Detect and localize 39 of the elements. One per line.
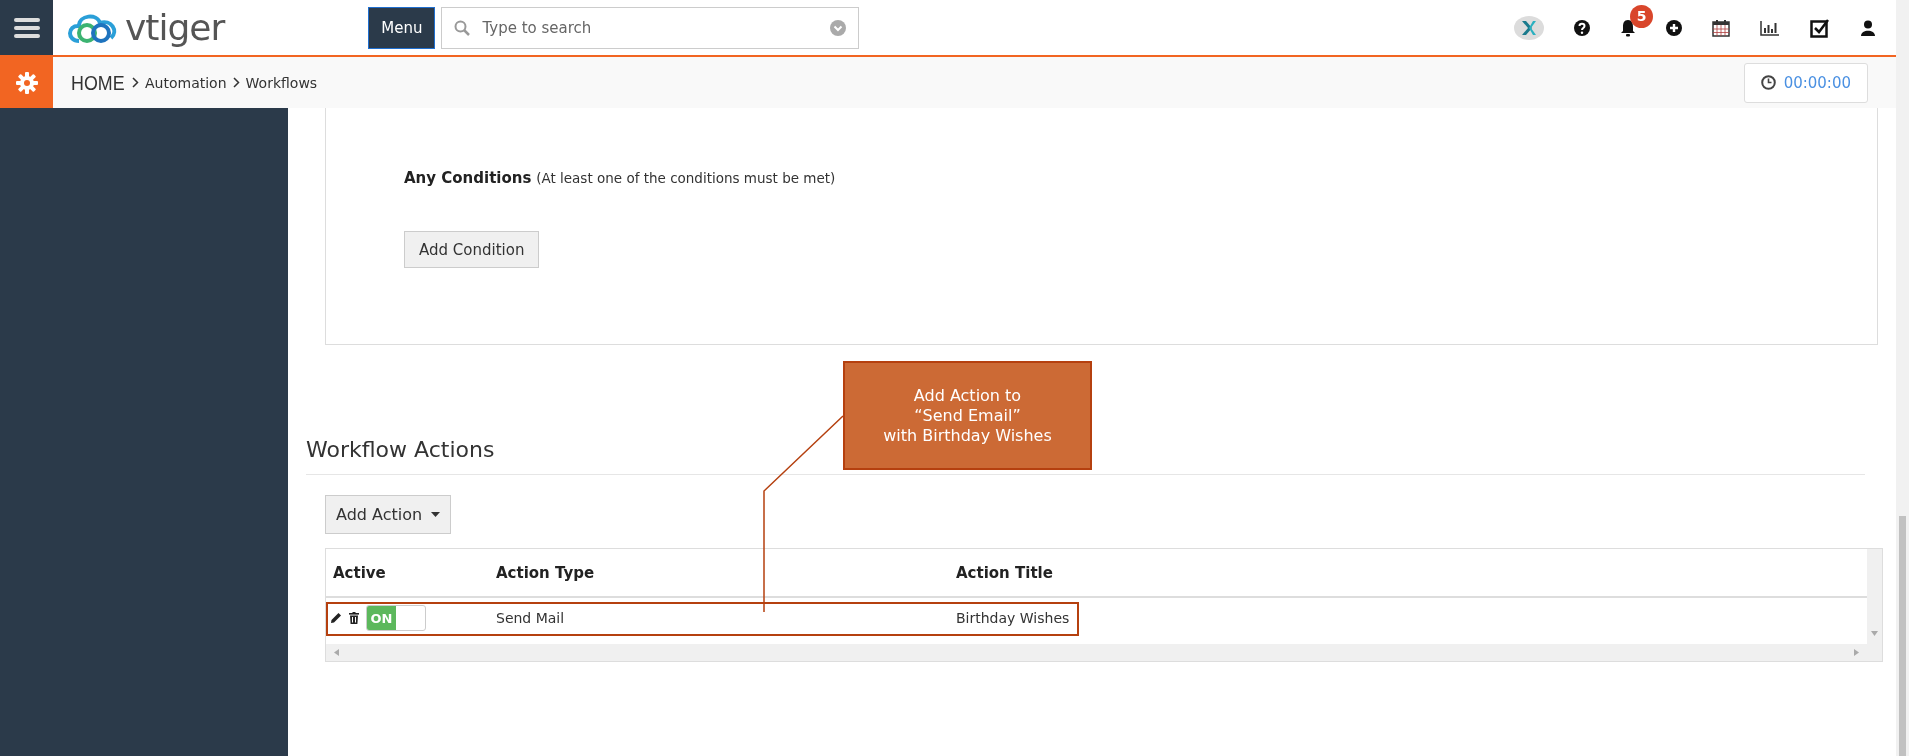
bell-icon[interactable] bbox=[1620, 18, 1636, 37]
add-condition-button[interactable]: Add Condition bbox=[404, 231, 540, 268]
breadcrumb-link[interactable]: Automation bbox=[145, 74, 227, 91]
conditions-heading: Any Conditions (At least one of the conditions must be met) bbox=[404, 169, 837, 187]
chevron-right-icon bbox=[132, 77, 139, 88]
callout-text: with Birthday Wishes bbox=[883, 425, 1052, 446]
settings-tile[interactable] bbox=[0, 57, 53, 108]
logo-text: vtiger bbox=[125, 7, 225, 48]
help-icon[interactable] bbox=[1574, 19, 1590, 36]
callout-text: “Send Email” bbox=[914, 405, 1021, 426]
calendar-icon[interactable] bbox=[1712, 18, 1730, 37]
column-header: Active bbox=[332, 563, 387, 582]
column-header: Action Type bbox=[496, 563, 596, 582]
column-header: Action Title bbox=[956, 563, 1054, 582]
scrollbar-thumb[interactable] bbox=[1899, 516, 1906, 756]
menu-icon bbox=[13, 16, 40, 39]
callout-text: Add Action to bbox=[913, 385, 1022, 406]
clock-icon bbox=[1760, 75, 1776, 90]
breadcrumb-link[interactable]: Workflows bbox=[245, 74, 318, 91]
breadcrumb-link[interactable]: HOME bbox=[71, 70, 125, 95]
table-cell-text: Send Mail bbox=[496, 610, 566, 626]
checkbox-icon[interactable] bbox=[1810, 17, 1830, 38]
add-action-button[interactable]: Add Action bbox=[325, 495, 452, 534]
page-scrollbar[interactable] bbox=[1896, 0, 1909, 756]
caret-icon bbox=[431, 512, 441, 517]
bar-chart-icon[interactable] bbox=[1760, 19, 1780, 36]
chevron-right-icon bbox=[232, 77, 240, 88]
table-cell-text: Birthday Wishes bbox=[956, 610, 1071, 626]
search-icon bbox=[454, 19, 471, 36]
menu-button[interactable] bbox=[0, 0, 53, 55]
pencil-icon[interactable] bbox=[330, 612, 342, 624]
x-logo-icon[interactable] bbox=[1514, 15, 1544, 40]
search-field[interactable]: Type to search bbox=[441, 6, 860, 49]
user-icon[interactable] bbox=[1860, 19, 1876, 36]
plus-icon[interactable] bbox=[1666, 19, 1682, 36]
trash-icon[interactable] bbox=[349, 612, 359, 624]
menu-button[interactable]: Menu bbox=[368, 6, 436, 49]
notification-badge: 5 bbox=[1630, 4, 1653, 28]
vertical-scrollbar[interactable] bbox=[1867, 549, 1882, 661]
